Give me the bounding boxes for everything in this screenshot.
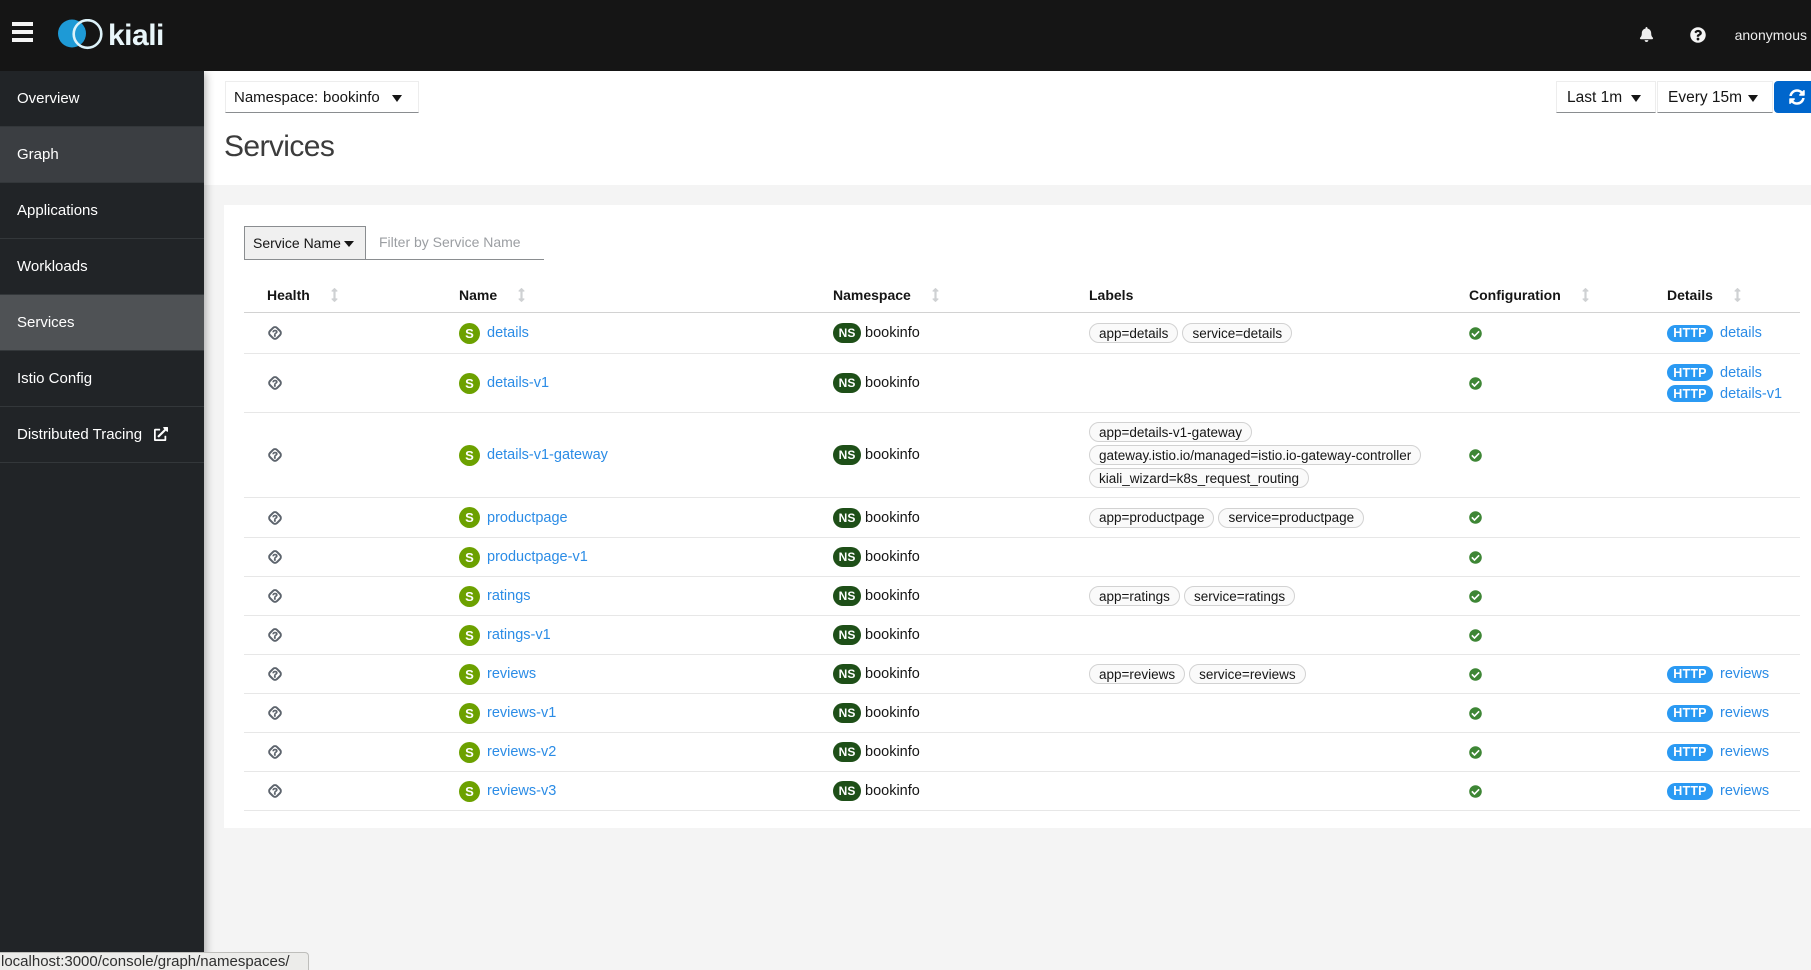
svg-text:?: ?	[272, 708, 278, 719]
svg-text:?: ?	[272, 591, 278, 602]
svg-text:?: ?	[272, 630, 278, 641]
svg-text:?: ?	[272, 669, 278, 680]
svg-text:?: ?	[272, 786, 278, 797]
svg-text:?: ?	[272, 378, 278, 389]
svg-text:?: ?	[272, 552, 278, 563]
svg-text:?: ?	[272, 513, 278, 524]
svg-text:?: ?	[272, 328, 278, 339]
svg-text:?: ?	[272, 747, 278, 758]
svg-text:?: ?	[272, 450, 278, 461]
